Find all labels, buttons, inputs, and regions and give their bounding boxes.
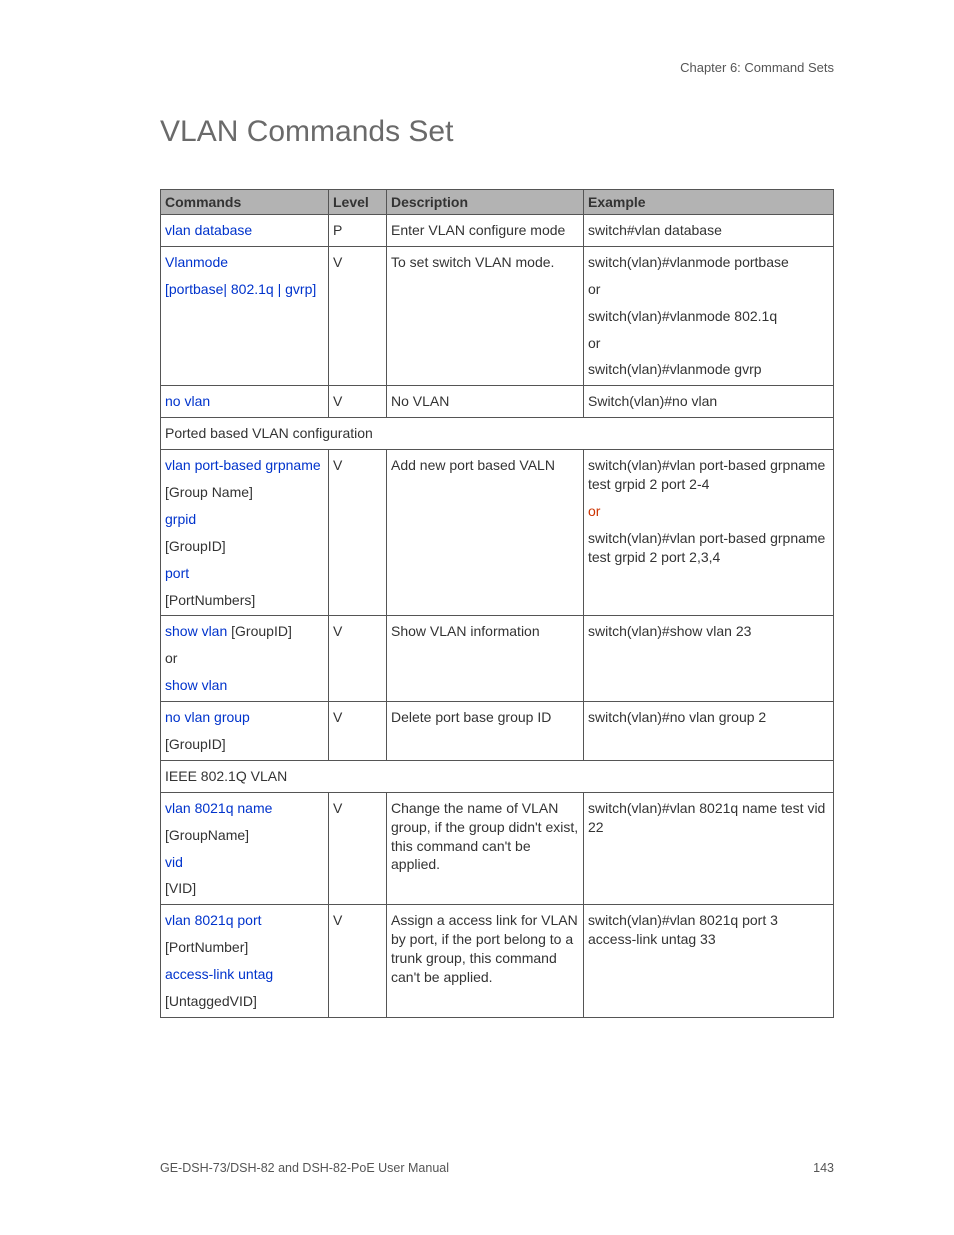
table-row: vlan 8021q name[GroupName]vid[VID]VChang…	[161, 792, 834, 905]
cell-level: V	[329, 616, 387, 702]
cell-description: Assign a access link for VLAN by port, i…	[387, 905, 584, 1018]
cell-command: vlan 8021q name[GroupName]vid[VID]	[161, 792, 329, 905]
example-text: switch#vlan database	[588, 221, 829, 240]
example-text: switch(vlan)#vlanmode portbaseorswitch(v…	[588, 253, 829, 379]
cell-command: vlan 8021q port[PortNumber]access-link u…	[161, 905, 329, 1018]
chapter-label: Chapter 6: Command Sets	[160, 60, 834, 75]
cell-command: no vlan	[161, 386, 329, 418]
cell-level: P	[329, 215, 387, 247]
section-cell: Ported based VLAN configuration	[161, 418, 834, 450]
cell-command: no vlan group[GroupID]	[161, 702, 329, 761]
command-text: vlan 8021q port[PortNumber]access-link u…	[165, 911, 324, 1011]
footer-left: GE-DSH-73/DSH-82 and DSH-82-PoE User Man…	[160, 1161, 449, 1175]
command-text: no vlan group[GroupID]	[165, 708, 324, 754]
command-text: show vlan [GroupID]orshow vlan	[165, 622, 324, 695]
table-row: Ported based VLAN configuration	[161, 418, 834, 450]
col-commands: Commands	[161, 190, 329, 215]
command-text: vlan port-based grpname[Group Name]grpid…	[165, 456, 324, 609]
cell-example: Switch(vlan)#no vlan	[584, 386, 834, 418]
cell-description: To set switch VLAN mode.	[387, 246, 584, 385]
table-row: vlan port-based grpname[Group Name]grpid…	[161, 450, 834, 616]
cell-description: No VLAN	[387, 386, 584, 418]
col-desc: Description	[387, 190, 584, 215]
section-cell: IEEE 802.1Q VLAN	[161, 760, 834, 792]
cell-level: V	[329, 386, 387, 418]
cell-example: switch#vlan database	[584, 215, 834, 247]
example-text: switch(vlan)#vlan 8021q port 3 access-li…	[588, 911, 829, 949]
cell-description: Delete port base group ID	[387, 702, 584, 761]
cell-description: Show VLAN information	[387, 616, 584, 702]
cell-level: V	[329, 246, 387, 385]
cell-description: Change the name of VLAN group, if the gr…	[387, 792, 584, 905]
table-row: show vlan [GroupID]orshow vlanVShow VLAN…	[161, 616, 834, 702]
cell-command: vlan database	[161, 215, 329, 247]
example-text: switch(vlan)#no vlan group 2	[588, 708, 829, 727]
cell-example: switch(vlan)#vlan 8021q name test vid 22	[584, 792, 834, 905]
command-text: vlan database	[165, 221, 324, 240]
command-text: no vlan	[165, 392, 324, 411]
cell-level: V	[329, 905, 387, 1018]
col-level: Level	[329, 190, 387, 215]
footer-right: 143	[813, 1161, 834, 1175]
cell-example: switch(vlan)#vlan 8021q port 3 access-li…	[584, 905, 834, 1018]
cell-description: Add new port based VALN	[387, 450, 584, 616]
commands-table: Commands Level Description Example vlan …	[160, 189, 834, 1018]
command-text: vlan 8021q name[GroupName]vid[VID]	[165, 799, 324, 899]
example-text: Switch(vlan)#no vlan	[588, 392, 829, 411]
cell-command: Vlanmode[portbase| 802.1q | gvrp]	[161, 246, 329, 385]
cell-example: switch(vlan)#vlan port-based grpname tes…	[584, 450, 834, 616]
example-text: switch(vlan)#show vlan 23	[588, 622, 829, 641]
page-footer: GE-DSH-73/DSH-82 and DSH-82-PoE User Man…	[160, 1161, 834, 1175]
table-row: Vlanmode[portbase| 802.1q | gvrp]VTo set…	[161, 246, 834, 385]
cell-example: switch(vlan)#show vlan 23	[584, 616, 834, 702]
cell-example: switch(vlan)#no vlan group 2	[584, 702, 834, 761]
cell-level: V	[329, 450, 387, 616]
command-text: Vlanmode[portbase| 802.1q | gvrp]	[165, 253, 324, 299]
cell-command: vlan port-based grpname[Group Name]grpid…	[161, 450, 329, 616]
cell-level: V	[329, 702, 387, 761]
table-header-row: Commands Level Description Example	[161, 190, 834, 215]
table-row: vlan 8021q port[PortNumber]access-link u…	[161, 905, 834, 1018]
table-row: vlan database PEnter VLAN configure modes…	[161, 215, 834, 247]
table-row: no vlan VNo VLANSwitch(vlan)#no vlan	[161, 386, 834, 418]
col-example: Example	[584, 190, 834, 215]
table-row: no vlan group[GroupID]VDelete port base …	[161, 702, 834, 761]
cell-level: V	[329, 792, 387, 905]
example-text: switch(vlan)#vlan 8021q name test vid 22	[588, 799, 829, 837]
cell-command: show vlan [GroupID]orshow vlan	[161, 616, 329, 702]
cell-description: Enter VLAN configure mode	[387, 215, 584, 247]
cell-example: switch(vlan)#vlanmode portbaseorswitch(v…	[584, 246, 834, 385]
page-title: VLAN Commands Set	[160, 115, 834, 149]
table-row: IEEE 802.1Q VLAN	[161, 760, 834, 792]
example-text: switch(vlan)#vlan port-based grpname tes…	[588, 456, 829, 566]
